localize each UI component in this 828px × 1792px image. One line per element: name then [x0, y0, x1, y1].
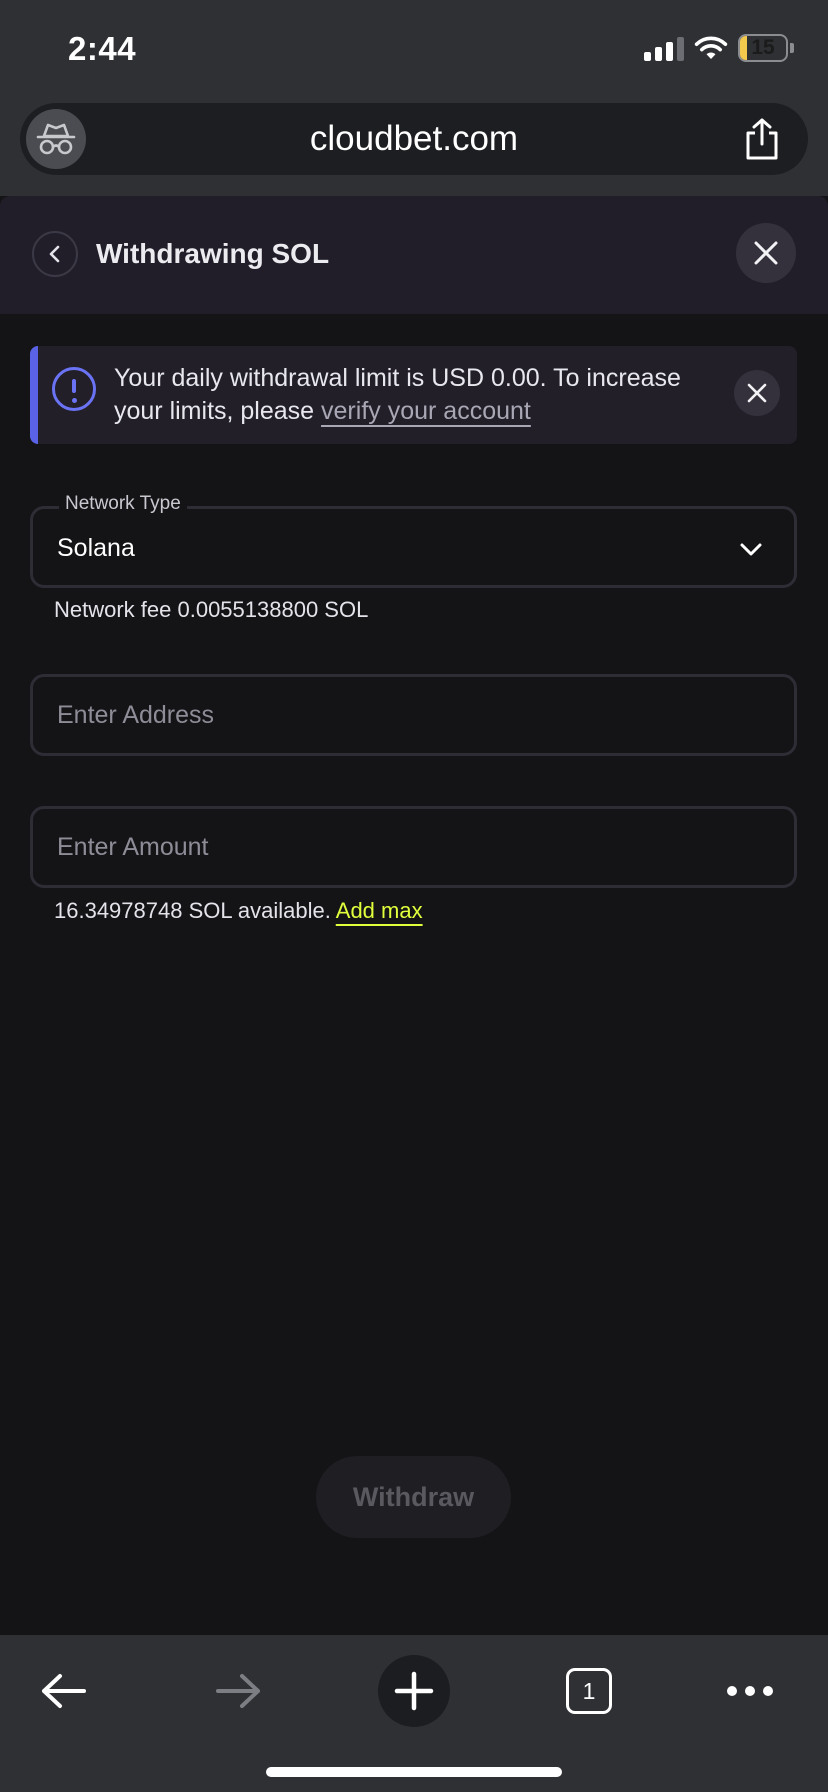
home-indicator: [266, 1767, 562, 1777]
amount-field[interactable]: [30, 806, 797, 888]
network-fee-text: Network fee 0.0055138800 SOL: [54, 597, 369, 622]
available-balance-text: 16.34978748 SOL available.: [54, 898, 331, 923]
withdrawal-limit-alert: Your daily withdrawal limit is USD 0.00.…: [30, 346, 797, 444]
battery-icon: 15: [738, 34, 788, 62]
modal-header: Withdrawing SOL: [0, 196, 828, 314]
address-input[interactable]: [33, 677, 794, 753]
url-text[interactable]: cloudbet.com: [20, 119, 808, 159]
verify-account-link[interactable]: verify your account: [321, 397, 531, 425]
chevron-down-icon: [740, 543, 762, 556]
browser-toolbar: 1: [0, 1635, 828, 1792]
plus-icon: [378, 1655, 450, 1727]
forward-nav-button[interactable]: [206, 1655, 272, 1727]
network-type-value: Solana: [57, 534, 135, 562]
available-balance-row: 16.34978748 SOL available. Add max: [54, 898, 423, 924]
arrow-left-icon: [42, 1674, 86, 1708]
withdraw-button[interactable]: Withdraw: [316, 1456, 511, 1538]
network-type-label: Network Type: [59, 493, 187, 515]
battery-percent: 15: [751, 36, 775, 59]
page-title: Withdrawing SOL: [96, 238, 330, 269]
alert-message: Your daily withdrawal limit is USD 0.00.…: [114, 362, 734, 428]
status-icons: 15: [644, 34, 794, 62]
close-button[interactable]: [736, 223, 796, 283]
more-horizontal-icon: [727, 1686, 773, 1696]
back-button[interactable]: [32, 231, 78, 277]
new-tab-button[interactable]: [378, 1655, 450, 1727]
arrow-right-icon: [216, 1674, 260, 1708]
battery-tip: [790, 43, 794, 53]
network-type-select[interactable]: Network Type Solana: [30, 493, 797, 588]
back-nav-button[interactable]: [30, 1655, 96, 1727]
more-menu-button[interactable]: [724, 1655, 776, 1727]
wifi-icon: [694, 36, 728, 59]
share-icon[interactable]: [742, 117, 782, 161]
info-icon: [52, 367, 96, 411]
amount-input[interactable]: [33, 809, 794, 885]
cellular-signal-icon: [644, 35, 684, 61]
alert-close-button[interactable]: [734, 370, 780, 416]
alert-accent-bar: [30, 346, 38, 444]
add-max-link[interactable]: Add max: [336, 898, 423, 923]
close-icon: [747, 383, 767, 403]
browser-top-bar: 2:44 15 cloudbet.com: [0, 0, 828, 196]
chevron-left-icon: [49, 245, 60, 263]
close-icon: [754, 241, 778, 265]
tab-switcher-button[interactable]: 1: [564, 1655, 614, 1727]
address-bar[interactable]: cloudbet.com: [20, 103, 808, 175]
status-time: 2:44: [68, 30, 137, 67]
tab-count: 1: [566, 1668, 612, 1714]
address-field[interactable]: [30, 674, 797, 756]
